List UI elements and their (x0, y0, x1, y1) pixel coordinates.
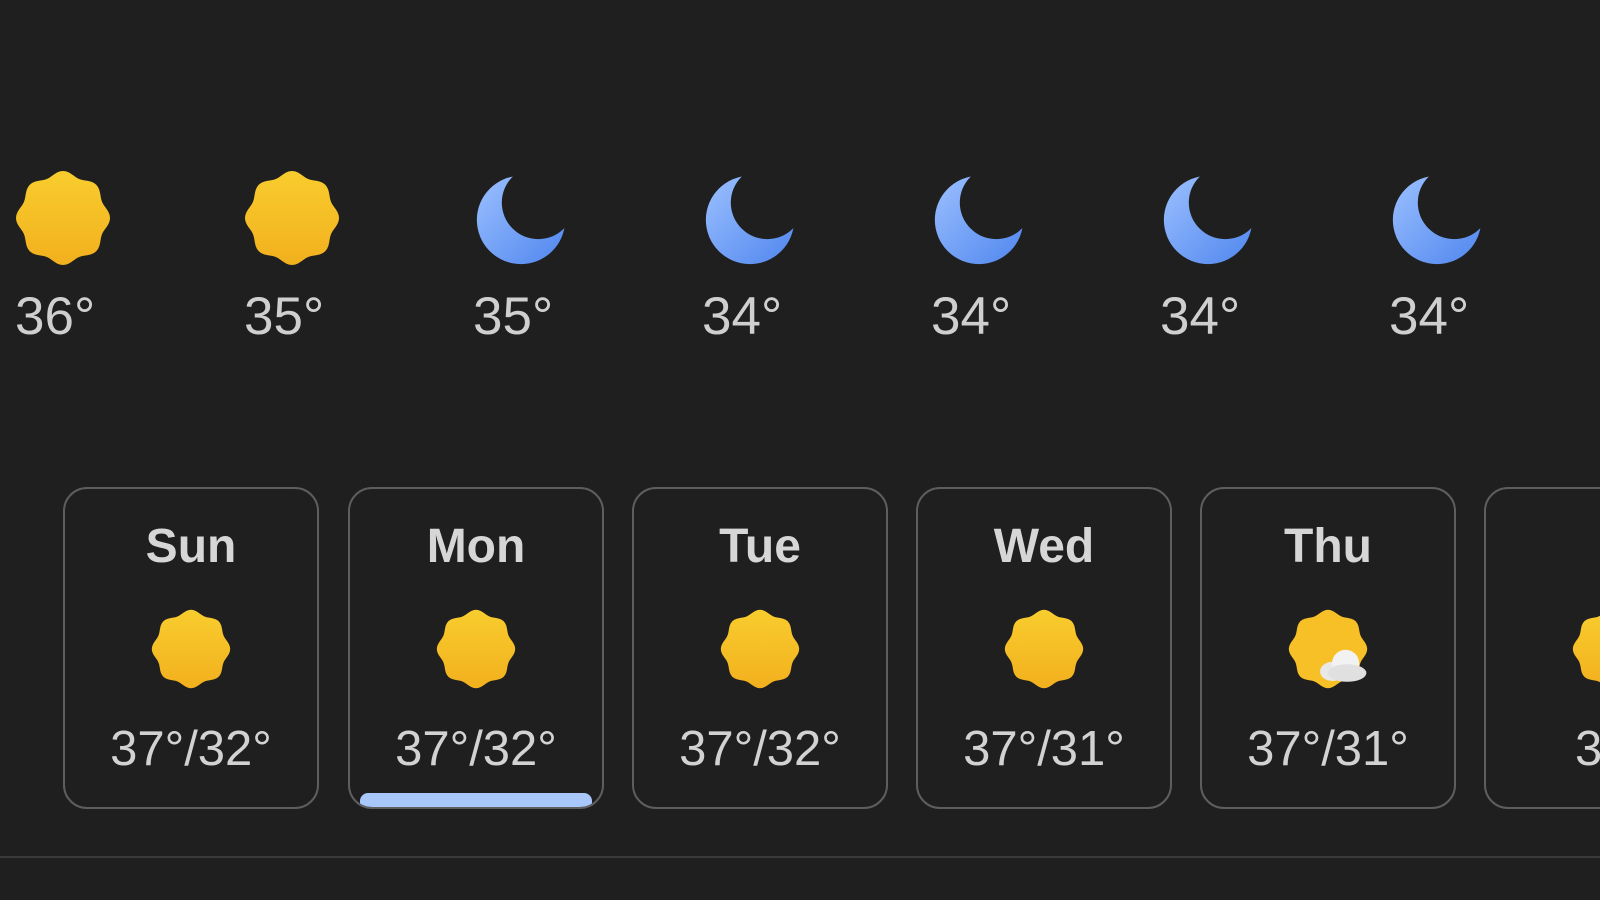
sun-icon (1572, 609, 1600, 689)
day-temperature-range: 37°/32° (110, 722, 272, 776)
hourly-item[interactable]: 34° (1160, 170, 1260, 360)
day-name: Tue (719, 520, 801, 573)
day-temperature-range: 37°/32° (395, 722, 557, 776)
day-name: Thu (1284, 520, 1372, 573)
hourly-temperature: 35° (244, 287, 325, 346)
moon-icon (1389, 170, 1485, 266)
day-card-thu[interactable]: Thu 37°/31° (1200, 487, 1456, 809)
day-card-sun[interactable]: Sun 37°/32° (63, 487, 319, 809)
day-temperature-range: 37°/32° (679, 722, 841, 776)
bottom-divider (0, 856, 1600, 858)
day-name: Mon (426, 520, 526, 573)
sun-icon (244, 170, 340, 266)
sun-icon (1004, 609, 1084, 689)
day-card-mon[interactable]: Mon 37°/32° (348, 487, 604, 809)
hourly-temperature: 34° (931, 287, 1012, 346)
hourly-item[interactable]: 35° (473, 170, 573, 360)
selected-indicator (360, 793, 592, 807)
sun-icon (151, 609, 231, 689)
day-card-wed[interactable]: Wed 37°/31° (916, 487, 1172, 809)
hourly-temperature: 34° (702, 287, 783, 346)
weather-forecast-panel: 36° 35° 35° 34° 34° 34° 34° Sun 37°/32° … (0, 0, 1600, 900)
hourly-item[interactable]: 34° (1389, 170, 1489, 360)
hourly-temperature: 35° (473, 287, 554, 346)
day-card-tue[interactable]: Tue 37°/32° (632, 487, 888, 809)
day-temperature-range: 37°/31° (963, 722, 1125, 776)
day-temperature-range: 37°/31° (1247, 722, 1409, 776)
sun-icon (15, 170, 111, 266)
day-name: F (1486, 523, 1600, 571)
hourly-item[interactable]: 36° (15, 170, 115, 360)
sun-icon (720, 609, 800, 689)
moon-icon (1160, 170, 1256, 266)
hourly-temperature: 36° (15, 287, 96, 346)
day-card-fri[interactable]: F 37° (1484, 487, 1600, 809)
day-temperature-range: 37° (1574, 722, 1600, 776)
hourly-item[interactable]: 34° (702, 170, 802, 360)
hourly-item[interactable]: 35° (244, 170, 344, 360)
moon-icon (931, 170, 1027, 266)
day-name: Sun (145, 520, 237, 573)
partly-cloudy-icon (1288, 609, 1368, 689)
moon-icon (473, 170, 569, 266)
hourly-item[interactable]: 34° (931, 170, 1031, 360)
hourly-temperature: 34° (1389, 287, 1470, 346)
hourly-temperature: 34° (1160, 287, 1241, 346)
day-name: Wed (993, 520, 1095, 573)
moon-icon (702, 170, 798, 266)
sun-icon (436, 609, 516, 689)
